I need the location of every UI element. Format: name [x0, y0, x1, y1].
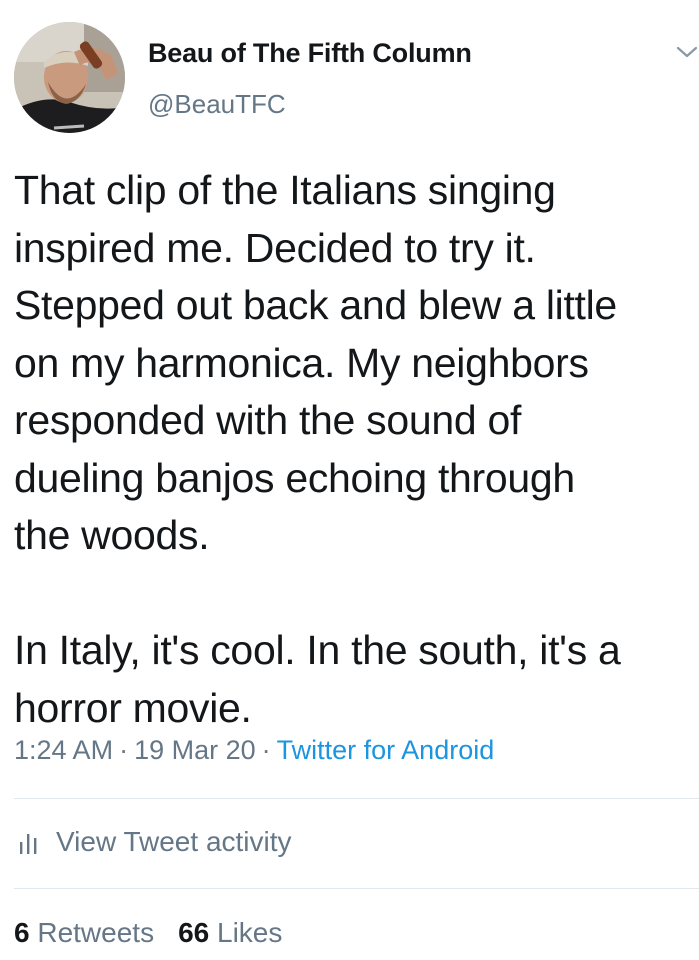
tweet-source-link[interactable]: Twitter for Android: [277, 735, 495, 765]
tweet-date[interactable]: 19 Mar 20: [134, 735, 256, 765]
retweets-stat[interactable]: 6 Retweets: [14, 917, 154, 948]
display-name[interactable]: Beau of The Fifth Column: [148, 38, 472, 69]
tweet-stats: 6 Retweets 66 Likes: [14, 917, 282, 949]
likes-label: Likes: [217, 917, 283, 948]
view-tweet-activity-label: View Tweet activity: [56, 826, 292, 857]
tweet-detail: Beau of The Fifth Column @BeauTFC That c…: [0, 0, 699, 960]
bar-chart-icon: [20, 834, 37, 854]
avatar[interactable]: [14, 22, 125, 133]
likes-stat[interactable]: 66 Likes: [178, 917, 282, 948]
meta-separator: ·: [119, 735, 129, 765]
tweet-time[interactable]: 1:24 AM: [14, 735, 113, 765]
tweet-metadata: 1:24 AM · 19 Mar 20 · Twitter for Android: [14, 735, 494, 766]
retweets-count: 6: [14, 917, 30, 948]
avatar-photo: [14, 22, 125, 133]
view-tweet-activity-button[interactable]: View Tweet activity: [14, 826, 292, 858]
user-handle[interactable]: @BeauTFC: [148, 89, 286, 120]
divider: [14, 888, 699, 889]
likes-count: 66: [178, 917, 210, 948]
retweets-label: Retweets: [37, 917, 155, 948]
tweet-text: That clip of the Italians singing inspir…: [14, 167, 621, 731]
meta-separator: ·: [261, 735, 271, 765]
divider: [14, 798, 699, 799]
chevron-down-icon[interactable]: [676, 44, 698, 60]
